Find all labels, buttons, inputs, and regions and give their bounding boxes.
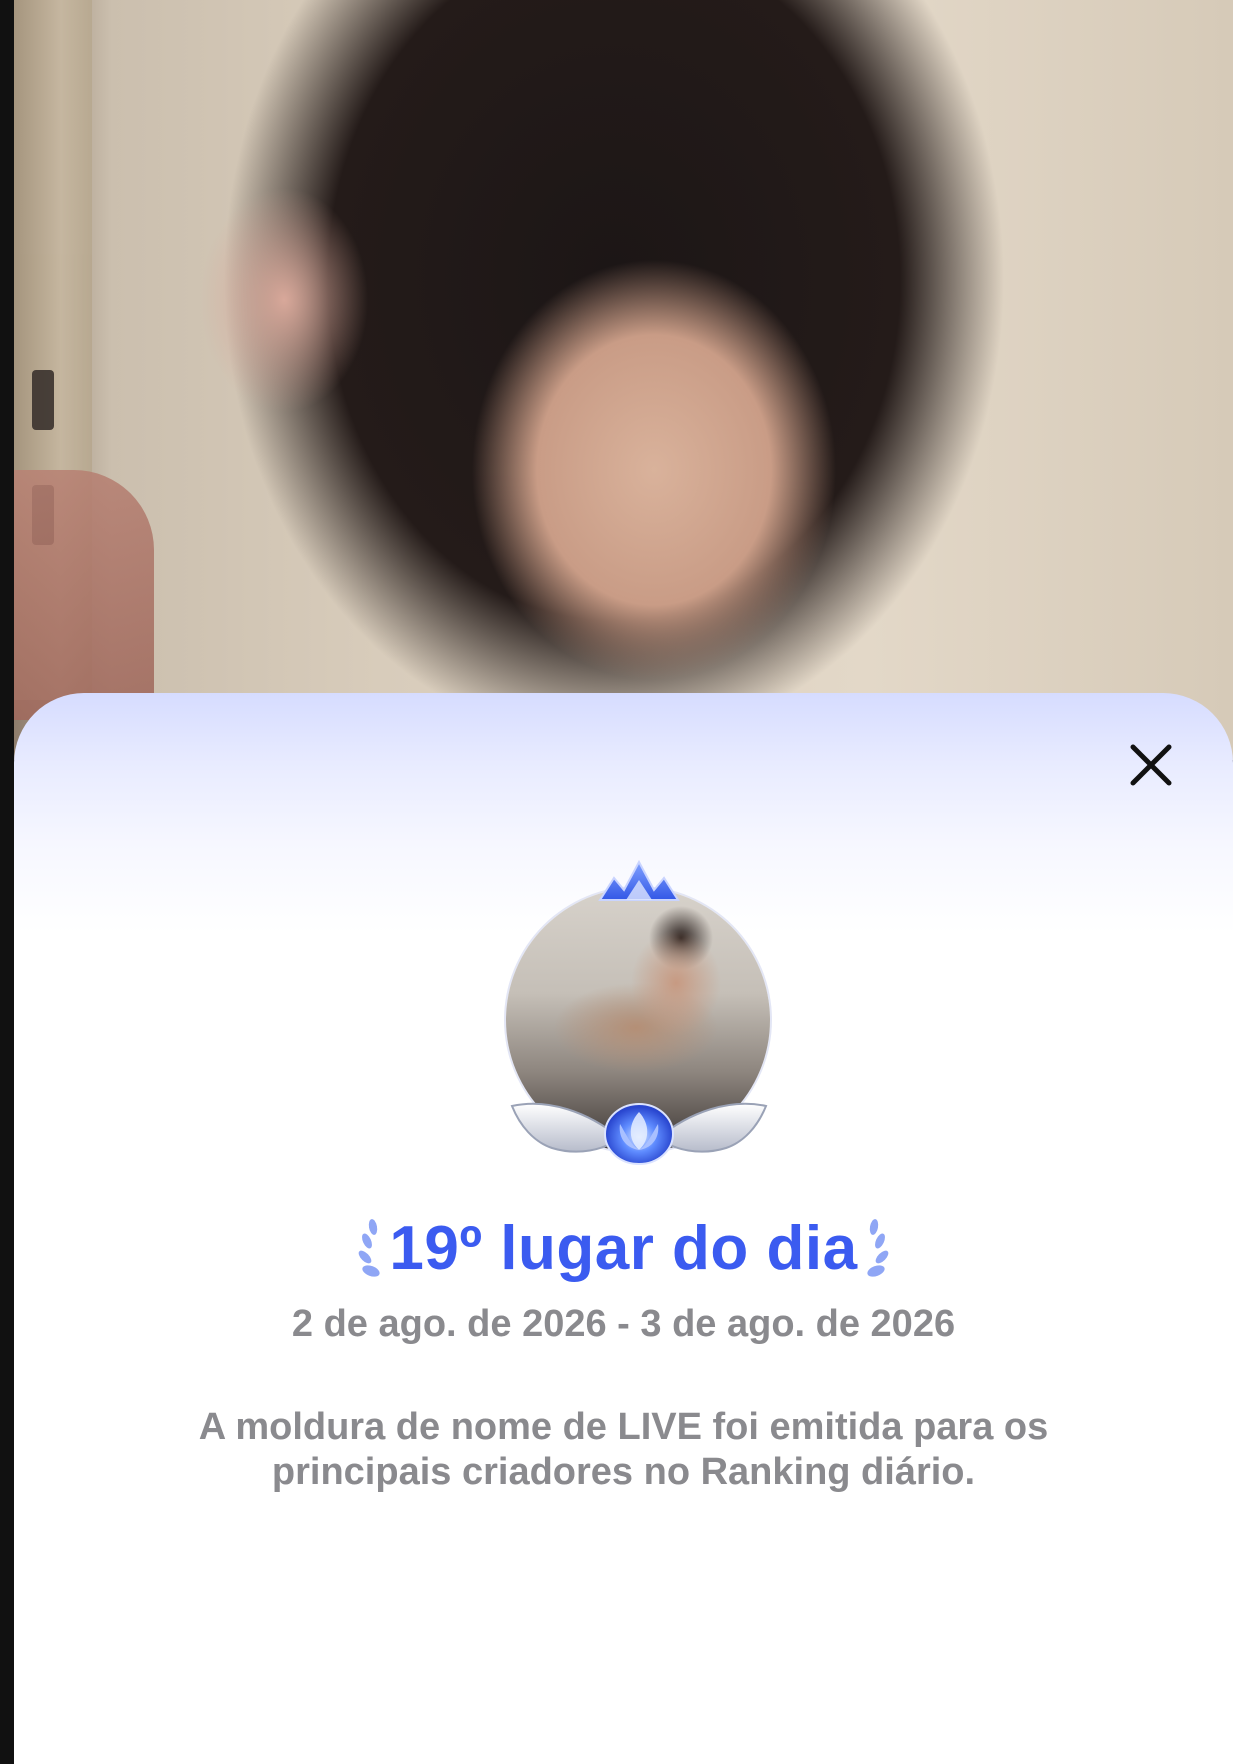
close-icon[interactable]	[1125, 739, 1177, 791]
crown-icon	[598, 860, 680, 901]
rank-title-row: 19º lugar do dia	[14, 1213, 1233, 1284]
rank-title: 19º lugar do dia	[389, 1214, 858, 1283]
ranking-frame-sheet: 19º lugar do dia 2 de ago. de 2026 - 3 d…	[14, 693, 1233, 1764]
lotus-flame-icon	[604, 1103, 674, 1165]
laurel-left-icon	[359, 1218, 381, 1277]
laurel-right-icon	[866, 1218, 888, 1277]
close-button[interactable]	[1125, 739, 1177, 791]
live-screen: 19º lugar do dia 2 de ago. de 2026 - 3 d…	[0, 0, 1233, 1764]
ranking-avatar-frame	[488, 860, 788, 1168]
door-hinge	[32, 370, 54, 430]
background-chair	[14, 470, 154, 720]
frame-description: A moldura de nome de LIVE foi emitida pa…	[198, 1406, 1049, 1493]
live-video-background	[14, 0, 1233, 760]
wings-icon	[510, 1102, 768, 1165]
date-range: 2 de ago. de 2026 - 3 de ago. de 2026	[291, 1303, 956, 1345]
